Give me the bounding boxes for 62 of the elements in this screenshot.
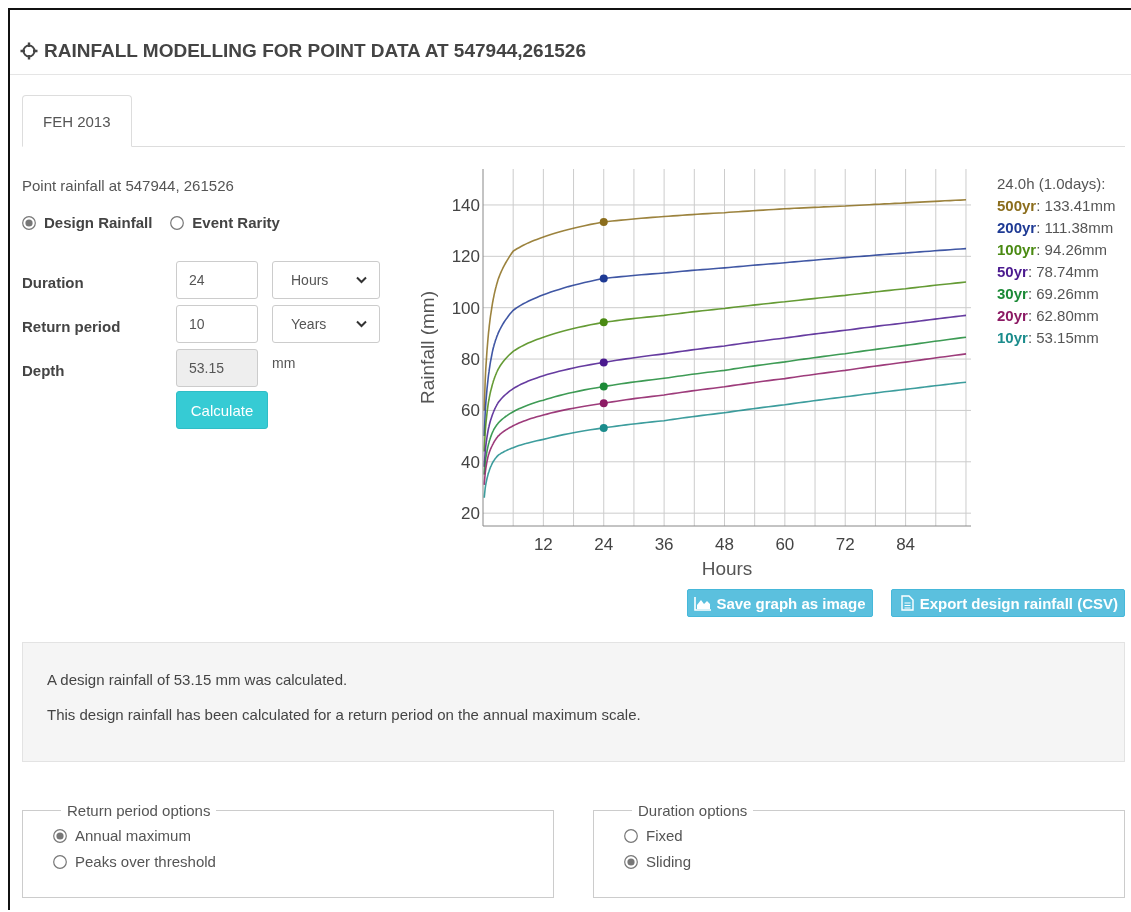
tick-label: 100 [451, 298, 480, 318]
tick-label: 72 [835, 535, 855, 554]
data-point [599, 274, 608, 283]
field-label: Return period [22, 316, 122, 335]
location-text: Point rainfall at 547944, 261526 [22, 177, 235, 194]
radio-label: Event Rarity [192, 214, 280, 231]
data-point [599, 399, 608, 408]
data-point [599, 382, 608, 391]
tick-label: 24 [594, 535, 614, 554]
legend-item: 30yr: 69.26mm [997, 284, 1100, 304]
tick-label: 80 [461, 350, 480, 370]
radio-button[interactable] [53, 828, 67, 843]
area-chart-icon [694, 595, 713, 611]
data-point [599, 358, 608, 367]
unit-dropdown[interactable]: Hours [272, 261, 380, 299]
input-field[interactable]: 24 [176, 261, 258, 299]
tick-label: 40 [461, 452, 480, 472]
field-label: Depth [22, 360, 66, 379]
radio-button[interactable] [53, 854, 67, 869]
crosshair-icon [20, 42, 38, 60]
input-field[interactable]: 10 [176, 305, 258, 343]
field-label: Duration [22, 272, 85, 291]
group-title: Duration options [637, 802, 749, 819]
radio-label: Annual maximum [75, 827, 191, 844]
group-title: Return period options [66, 802, 212, 819]
legend-item: 10yr: 53.15mm [997, 328, 1100, 348]
legend-item: 200yr: 111.38mm [997, 218, 1115, 238]
chevron-icon [356, 320, 367, 328]
data-point [599, 217, 608, 226]
tick-label: 20 [461, 504, 480, 524]
legend-item: 50yr: 78.74mm [997, 262, 1100, 282]
tick-label: 60 [461, 401, 480, 421]
legend-title: 24.0h (1.0days): [997, 174, 1107, 194]
data-point [599, 423, 608, 432]
tick-label: 120 [451, 247, 480, 267]
axis-title: Hours [701, 558, 753, 579]
page-title: RAINFALL MODELLING FOR POINT DATA AT 547944,261526 [44, 40, 586, 62]
radio-label: Design Rainfall [44, 214, 153, 231]
tick-label: 36 [654, 535, 674, 554]
tab[interactable]: FEH 2013 [22, 95, 132, 147]
result-text: This design rainfall has been calculated for a return period on the annual maximum scale. [47, 706, 642, 723]
legend-item: 20yr: 62.80mm [997, 306, 1100, 326]
tick-label: 48 [715, 535, 734, 554]
tick-label: 60 [775, 535, 795, 554]
radio-label: Sliding [646, 853, 692, 870]
radio-label: Fixed [646, 827, 683, 844]
unit-label: mm [272, 354, 297, 371]
legend-item: 500yr: 133.41mm [997, 196, 1116, 216]
result-text: A design rainfall of 53.15 mm was calculated. [47, 671, 349, 688]
radio-label: Peaks over threshold [75, 853, 216, 870]
radio-button[interactable] [170, 215, 185, 230]
radio-button[interactable] [624, 854, 638, 869]
legend-item: 100yr: 94.26mm [997, 240, 1109, 260]
chevron-icon [356, 276, 367, 284]
tick-label: 84 [896, 535, 916, 554]
data-point [599, 318, 608, 327]
radio-button[interactable] [624, 828, 638, 843]
axis-title: Rainfall (mm) [417, 291, 438, 404]
tick-label: 12 [533, 535, 553, 554]
unit-dropdown[interactable]: Years [272, 305, 380, 343]
tick-label: 140 [451, 195, 480, 215]
radio-button[interactable] [22, 215, 36, 230]
